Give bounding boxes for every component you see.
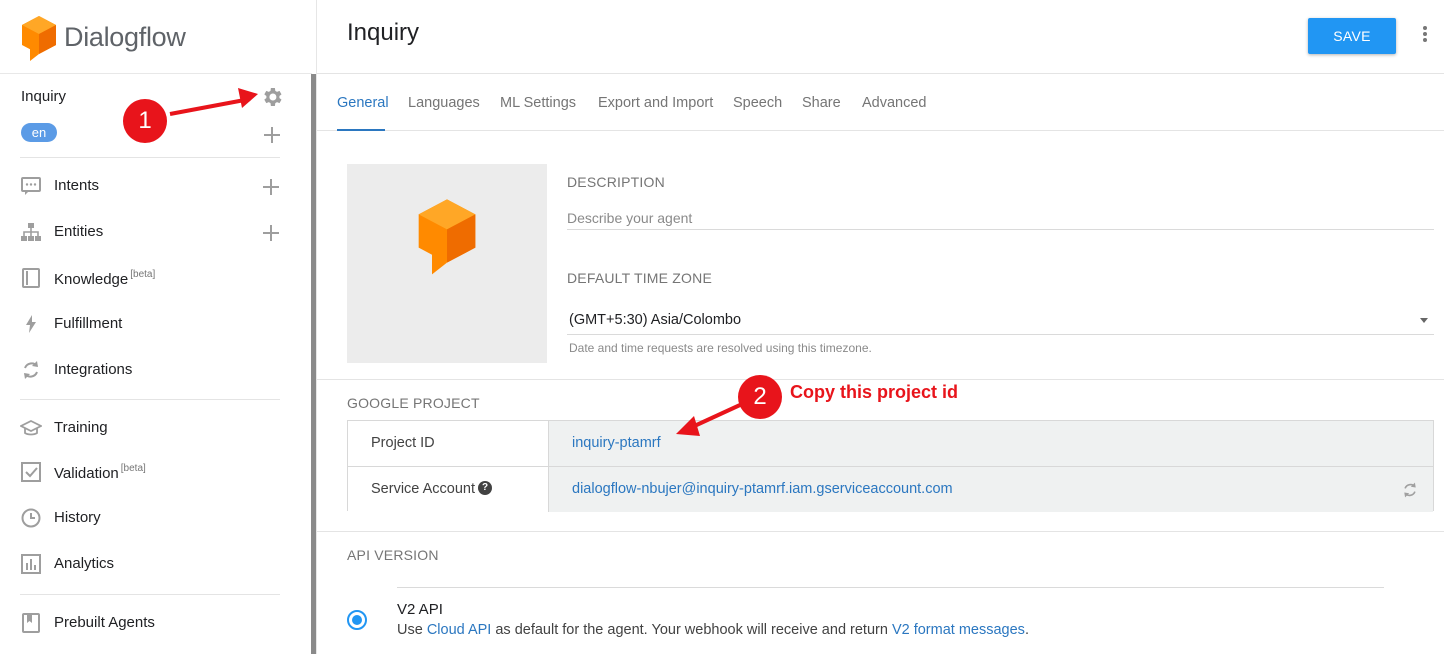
- tab-export-and-import[interactable]: Export and Import: [598, 95, 713, 111]
- dialogflow-app: Dialogflow Inquiry en Intents Entities K…: [0, 0, 1444, 654]
- section-divider: [317, 379, 1444, 380]
- sidebar-item-history[interactable]: History: [0, 498, 300, 538]
- active-tab-indicator: [337, 129, 385, 131]
- bookmark-book-icon: [22, 613, 40, 633]
- settings-tabs: General Languages ML Settings Export and…: [317, 74, 1444, 131]
- sidebar-item-label: Validation [beta]: [54, 463, 146, 482]
- add-entity-icon[interactable]: [262, 224, 280, 242]
- description-label: DESCRIPTION: [567, 174, 665, 190]
- add-intent-icon[interactable]: [262, 178, 280, 196]
- top-bar: Inquiry SAVE: [317, 0, 1444, 74]
- table-row: Project ID inquiry-ptamrf: [348, 421, 1433, 466]
- sidebar-item-intents[interactable]: Intents: [0, 166, 300, 206]
- sidebar-item-integrations[interactable]: Integrations: [0, 350, 300, 390]
- sidebar-item-label: Prebuilt Agents: [54, 614, 155, 631]
- sidebar-divider: [20, 594, 280, 595]
- project-id-link[interactable]: inquiry-ptamrf: [572, 435, 661, 451]
- sidebar-item-prebuilt-agents[interactable]: Prebuilt Agents: [0, 603, 300, 643]
- service-account-key: Service Account ?: [348, 467, 549, 512]
- service-account-cell: dialogflow-nbujer@inquiry-ptamrf.iam.gse…: [549, 467, 1433, 512]
- more-options-icon[interactable]: [1417, 24, 1433, 44]
- main-panel: Inquiry SAVE General Languages ML Settin…: [317, 0, 1444, 654]
- brand-header: Dialogflow: [0, 0, 312, 74]
- api-version-title: API VERSION: [347, 547, 439, 563]
- sidebar-item-label: Intents: [54, 177, 100, 194]
- sidebar: Dialogflow Inquiry en Intents Entities K…: [0, 0, 312, 654]
- sidebar-item-label: History: [54, 509, 101, 526]
- sidebar-item-knowledge[interactable]: Knowledge [beta]: [0, 258, 300, 298]
- tab-ml-settings[interactable]: ML Settings: [500, 95, 576, 111]
- v2-api-radio[interactable]: [347, 610, 367, 630]
- tab-share[interactable]: Share: [802, 95, 841, 111]
- checkbox-icon: [21, 462, 41, 482]
- sidebar-item-label: Analytics: [54, 555, 115, 572]
- tab-languages[interactable]: Languages: [408, 95, 480, 111]
- beta-tag: [beta]: [130, 269, 156, 280]
- project-id-label: Project ID: [371, 435, 435, 451]
- v2-api-description: Use Cloud API as default for the agent. …: [397, 622, 1029, 638]
- bar-chart-icon: [21, 554, 41, 574]
- annotation-step-1: 1: [123, 99, 167, 143]
- sidebar-item-validation[interactable]: Validation [beta]: [0, 452, 300, 492]
- service-account-link[interactable]: dialogflow-nbujer@inquiry-ptamrf.iam.gse…: [572, 481, 953, 497]
- sidebar-item-label: Integrations: [54, 361, 133, 378]
- dialogflow-logo-icon: [418, 199, 476, 275]
- language-badge[interactable]: en: [21, 123, 57, 142]
- refresh-icon[interactable]: [1401, 481, 1419, 499]
- timezone-label: DEFAULT TIME ZONE: [567, 270, 712, 286]
- gear-icon[interactable]: [260, 85, 284, 109]
- sync-icon: [24, 361, 38, 379]
- google-project-title: GOOGLE PROJECT: [347, 395, 480, 411]
- table-row: Service Account ? dialogflow-nbujer@inqu…: [348, 466, 1433, 512]
- v2-api-title: V2 API: [397, 601, 443, 618]
- sidebar-item-label: Knowledge [beta]: [54, 269, 156, 288]
- chat-bubble-icon: [21, 177, 41, 195]
- sidebar-divider: [20, 399, 280, 400]
- sidebar-item-fulfillment[interactable]: Fulfillment: [0, 304, 300, 344]
- description-input[interactable]: [567, 206, 1434, 230]
- add-language-icon[interactable]: [263, 126, 281, 144]
- annotation-step-2: 2: [738, 375, 782, 419]
- sidebar-item-label: Fulfillment: [54, 315, 123, 332]
- clock-icon: [21, 508, 41, 528]
- dialogflow-logo-icon: [22, 16, 56, 61]
- chevron-down-icon: [1420, 318, 1428, 323]
- brand-name: Dialogflow: [64, 22, 186, 52]
- sidebar-divider: [20, 157, 280, 158]
- tab-speech[interactable]: Speech: [733, 95, 782, 111]
- lightning-icon: [26, 315, 36, 333]
- project-id-cell: inquiry-ptamrf: [549, 421, 1433, 466]
- timezone-value: (GMT+5:30) Asia/Colombo: [569, 312, 742, 328]
- service-account-label: Service Account: [371, 481, 475, 497]
- save-button[interactable]: SAVE: [1308, 18, 1396, 54]
- help-icon[interactable]: ?: [478, 481, 492, 495]
- timezone-select[interactable]: (GMT+5:30) Asia/Colombo: [567, 308, 1434, 335]
- book-icon: [22, 268, 40, 288]
- agent-name[interactable]: Inquiry: [21, 88, 66, 105]
- sidebar-item-entities[interactable]: Entities: [0, 212, 300, 252]
- api-divider: [397, 587, 1384, 588]
- sidebar-item-analytics[interactable]: Analytics: [0, 544, 300, 584]
- graduation-cap-icon: [20, 419, 42, 436]
- sidebar-item-label: Entities: [54, 223, 104, 240]
- tab-advanced[interactable]: Advanced: [862, 95, 927, 111]
- section-divider: [317, 531, 1444, 532]
- sidebar-item-label: Training: [54, 419, 108, 436]
- annotation-note: Copy this project id: [790, 382, 959, 402]
- page-title: Inquiry: [347, 19, 420, 46]
- agent-avatar[interactable]: [347, 164, 547, 363]
- beta-tag: [beta]: [120, 463, 146, 474]
- cloud-api-link[interactable]: Cloud API: [427, 622, 492, 638]
- project-id-key: Project ID: [348, 421, 549, 466]
- v2-format-link[interactable]: V2 format messages: [892, 622, 1025, 638]
- google-project-table: Project ID inquiry-ptamrf Service Accoun…: [347, 420, 1434, 512]
- hierarchy-icon: [21, 223, 41, 241]
- sidebar-item-training[interactable]: Training: [0, 408, 300, 448]
- timezone-hint: Date and time requests are resolved usin…: [569, 341, 872, 355]
- tab-general[interactable]: General: [337, 95, 389, 111]
